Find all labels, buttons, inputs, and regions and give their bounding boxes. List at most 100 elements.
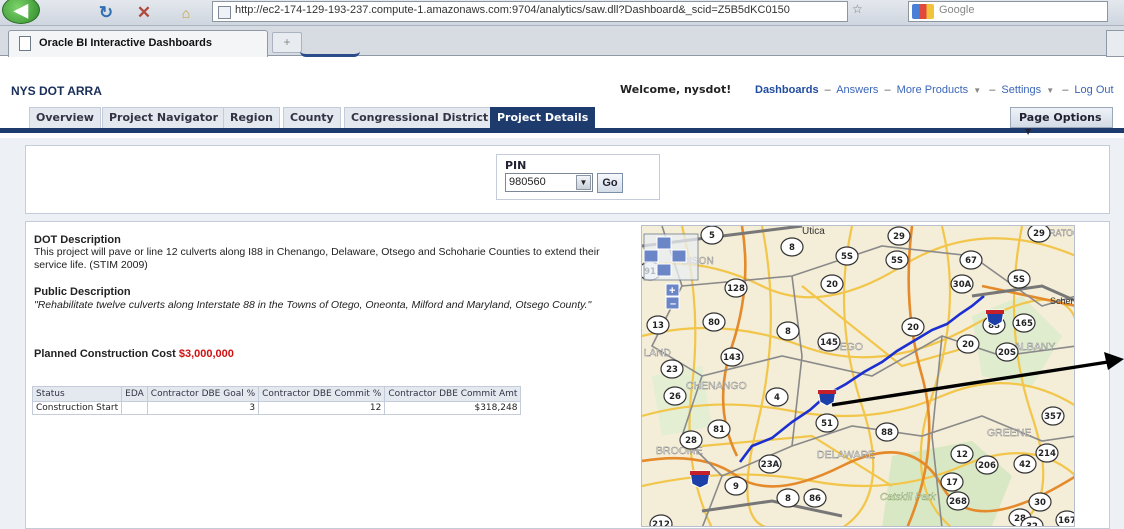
table-cell: 12 [258,401,386,415]
go-button[interactable]: Go [597,173,623,193]
search-placeholder: Google [939,4,975,16]
page-options-button[interactable]: Page Options ▼ [1010,107,1113,136]
route-shield: 88 [875,422,899,442]
tab-congressional-district[interactable]: Congressional District [344,107,496,128]
tab-county[interactable]: County [283,107,341,128]
route-shield: 143 [720,347,744,367]
answers-link[interactable]: Answers [836,84,878,96]
route-shield-label: 5S [841,252,853,262]
global-links: Dashboards – Answers – More Products ▼ –… [755,84,1114,96]
page-content: NYS DOT ARRA Welcome, nysdot! Dashboards… [0,54,1124,529]
browser-tab[interactable]: Oracle BI Interactive Dashboards [8,30,268,57]
zoom-out-icon[interactable]: – [670,298,676,310]
route-shield: 30 [1028,492,1052,512]
more-products-link[interactable]: More Products [897,84,969,96]
address-bar[interactable]: http://ec2-174-129-193-237.compute-1.ama… [212,1,848,22]
tab-project-navigator[interactable]: Project Navigator [102,107,225,128]
new-tab-button[interactable]: + [272,32,302,53]
settings-link[interactable]: Settings [1001,84,1041,96]
column-header-status[interactable]: Status [31,386,123,402]
route-shield-label: 67 [965,256,977,266]
google-icon [912,4,934,19]
map-label: Schen [1050,296,1075,306]
tab-project-details[interactable]: Project Details [490,107,596,128]
route-shield-label: 357 [1044,412,1062,422]
chevron-down-icon: ▼ [1025,127,1032,136]
route-shield: 20S [995,342,1019,362]
pin-selected-value: 980560 [509,176,546,188]
route-shield-label: 9 [733,482,739,492]
route-shield: 145 [817,332,841,352]
tab-region[interactable]: Region [223,107,280,128]
reload-icon[interactable]: ↻ [94,1,118,25]
dot-description-text: This project will pave or line 12 culver… [34,246,600,271]
browser-tab-title: Oracle BI Interactive Dashboards [39,37,213,49]
map-zoom-control[interactable]: + – [665,283,680,310]
column-header-dbe-commit-amt[interactable]: Contractor DBE Commit Amt [384,386,522,402]
pan-down-icon[interactable] [656,263,672,277]
route-shield: 165 [1012,313,1036,333]
back-button[interactable]: ◀ [2,0,40,24]
route-shield-label: 86 [809,494,821,504]
route-shield-label: 145 [820,338,838,348]
route-shield: 67 [959,250,983,270]
route-shield: 29 [887,226,911,246]
route-shield: 42 [1013,454,1037,474]
link-separator: – [989,84,996,96]
route-shield-label: 28 [685,436,697,446]
route-shield-label: 20 [962,340,974,350]
route-shield: 20 [901,317,925,337]
route-shield-label: 23A [761,460,780,470]
route-shield-label: 88 [881,428,893,438]
column-header-dbe-goal[interactable]: Contractor DBE Goal % [146,386,260,402]
route-shield: 5S [1007,269,1031,289]
route-shield-label: 128 [727,284,745,294]
column-header-dbe-commit-pct[interactable]: Contractor DBE Commit % [258,386,386,402]
logout-link[interactable]: Log Out [1074,84,1113,96]
route-shield: 23A [758,454,782,474]
table-cell: Construction Start [31,401,123,415]
chevron-down-icon[interactable]: ▼ [1044,86,1056,95]
tab-overview[interactable]: Overview [29,107,101,128]
route-shield: 86 [803,488,827,508]
route-shield: 5 [700,226,724,245]
route-shield-label: 17 [946,478,958,488]
route-shield-label: 23 [666,365,678,375]
route-shield: 29 [1027,226,1051,243]
route-shield-label: 8 [785,494,791,504]
zoom-in-icon[interactable]: + [669,285,675,297]
route-shield-label: 13 [652,321,664,331]
pin-select[interactable]: 980560 ▼ [505,173,593,192]
project-map[interactable]: Utica OTSEGO CHENANGO DELAWARE BROOME GR… [641,225,1075,527]
route-shield: 20 [820,274,844,294]
route-shield: 17 [940,472,964,492]
home-icon[interactable]: ⌂ [174,1,198,25]
route-shield: 20 [956,334,980,354]
map-pan-control[interactable] [643,233,699,281]
chevron-down-icon[interactable]: ▼ [971,86,983,95]
route-shield: 4 [765,387,789,407]
bookmark-star-icon[interactable]: ☆ [852,2,863,16]
route-shield: 206 [975,455,999,475]
pan-right-icon[interactable] [671,249,687,263]
route-shield-label: 206 [978,461,996,471]
map-label: Utica [802,226,825,237]
map-canvas[interactable]: Utica OTSEGO CHENANGO DELAWARE BROOME GR… [642,226,1075,527]
search-input[interactable]: Google [908,1,1108,22]
dashboards-link[interactable]: Dashboards [755,84,819,96]
route-shield: 13 [646,315,670,335]
route-shield: 8 [780,237,804,257]
tab-scroll-edge [1106,30,1124,57]
chevron-down-icon[interactable]: ▼ [576,175,591,190]
route-shield-label: 8 [789,243,795,253]
link-separator: – [1062,84,1069,96]
route-shield-label: 5S [891,256,903,266]
pan-up-icon[interactable] [656,236,672,250]
app-title: NYS DOT ARRA [11,84,102,98]
stop-icon[interactable]: ✕ [132,1,156,25]
column-header-eda[interactable]: EDA [121,386,148,402]
route-shield-label: 12 [956,450,968,460]
page-options-label: Page Options [1019,111,1102,124]
pan-left-icon[interactable] [643,249,659,263]
route-shield-label: 8 [785,327,791,337]
